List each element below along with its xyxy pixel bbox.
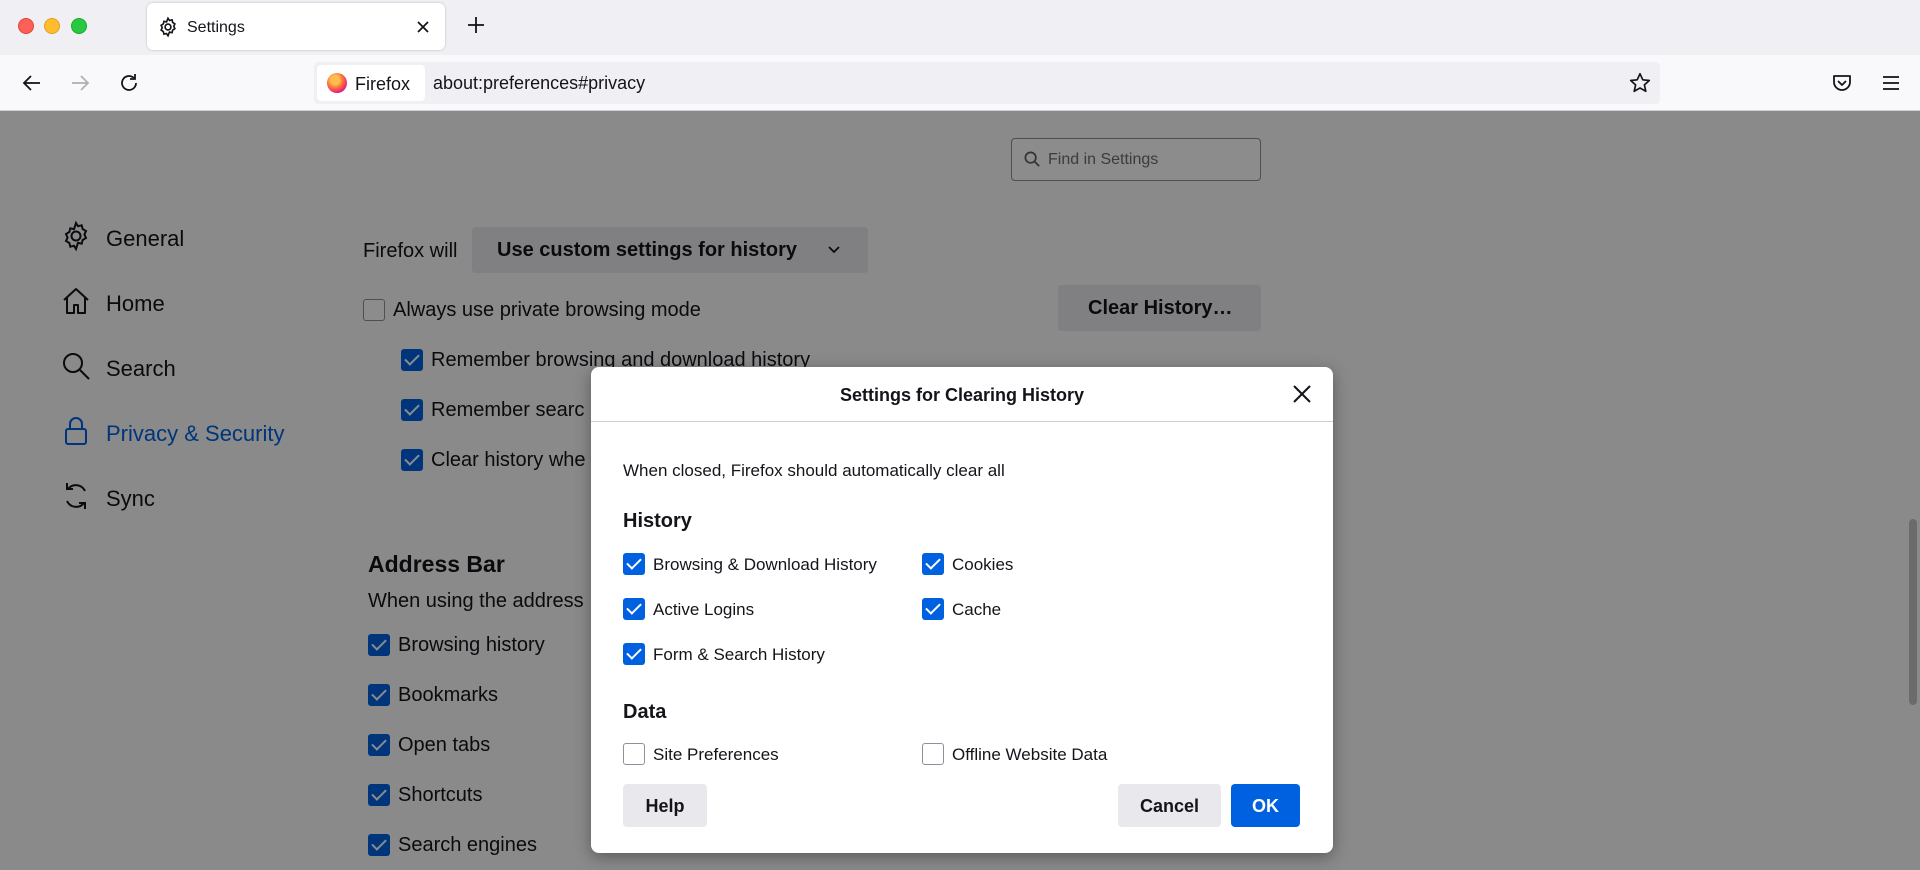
- url-bar[interactable]: Firefox about:preferences#privacy: [314, 62, 1660, 104]
- browsing-download-history-label: Browsing & Download History: [653, 555, 877, 574]
- close-icon[interactable]: [413, 17, 433, 37]
- offline-website-data-label: Offline Website Data: [952, 745, 1108, 764]
- cache-checkbox[interactable]: [922, 598, 944, 620]
- active-logins-checkbox[interactable]: [623, 598, 645, 620]
- identity-label: Firefox: [355, 74, 411, 94]
- tab-bar: Settings: [0, 0, 1920, 55]
- dialog-separator: [591, 421, 1333, 422]
- firefox-logo-icon: [327, 73, 347, 93]
- forward-arrow-icon[interactable]: [68, 71, 92, 95]
- cookies-label: Cookies: [952, 555, 1014, 574]
- menu-hamburger-icon[interactable]: [1879, 71, 1903, 95]
- tab-title: Settings: [187, 19, 245, 36]
- active-logins-label: Active Logins: [653, 600, 755, 619]
- close-window-button[interactable]: [18, 18, 34, 34]
- cache-label: Cache: [952, 600, 1002, 619]
- navigation-bar: Firefox about:preferences#privacy: [0, 55, 1920, 111]
- help-button[interactable]: Help: [623, 784, 707, 827]
- ok-button-label: OK: [1252, 796, 1279, 816]
- zoom-window-button[interactable]: [71, 18, 87, 34]
- dialog-title: Settings for Clearing History: [839, 385, 1085, 405]
- identity-box[interactable]: Firefox: [317, 65, 425, 101]
- ok-button[interactable]: OK: [1231, 784, 1300, 827]
- cookies-checkbox[interactable]: [922, 553, 944, 575]
- browsing-download-history-checkbox[interactable]: [623, 553, 645, 575]
- offline-website-data-checkbox[interactable]: [922, 743, 944, 765]
- reload-icon[interactable]: [117, 71, 141, 95]
- page-scrollbar[interactable]: [1909, 519, 1917, 705]
- clear-history-settings-dialog: Settings for Clearing History When close…: [591, 367, 1333, 853]
- dialog-description: When closed, Firefox should automaticall…: [623, 461, 1005, 480]
- bookmark-star-icon[interactable]: [1628, 71, 1652, 95]
- form-search-history-checkbox[interactable]: [623, 643, 645, 665]
- close-icon[interactable]: [1289, 381, 1315, 407]
- site-preferences-label: Site Preferences: [653, 745, 779, 764]
- minimize-window-button[interactable]: [44, 18, 60, 34]
- back-arrow-icon[interactable]: [20, 71, 44, 95]
- form-search-history-label: Form & Search History: [653, 645, 825, 664]
- data-heading: Data: [623, 701, 667, 723]
- url-text[interactable]: about:preferences#privacy: [433, 73, 645, 94]
- pocket-icon[interactable]: [1830, 71, 1854, 95]
- cancel-button-label: Cancel: [1139, 796, 1200, 816]
- cancel-button[interactable]: Cancel: [1118, 784, 1221, 827]
- gear-icon: [160, 16, 176, 38]
- help-button-label: Help: [645, 796, 685, 816]
- history-heading: History: [623, 510, 692, 532]
- site-preferences-checkbox[interactable]: [623, 743, 645, 765]
- new-tab-plus-icon[interactable]: [465, 14, 487, 36]
- tab-settings[interactable]: Settings: [147, 3, 445, 50]
